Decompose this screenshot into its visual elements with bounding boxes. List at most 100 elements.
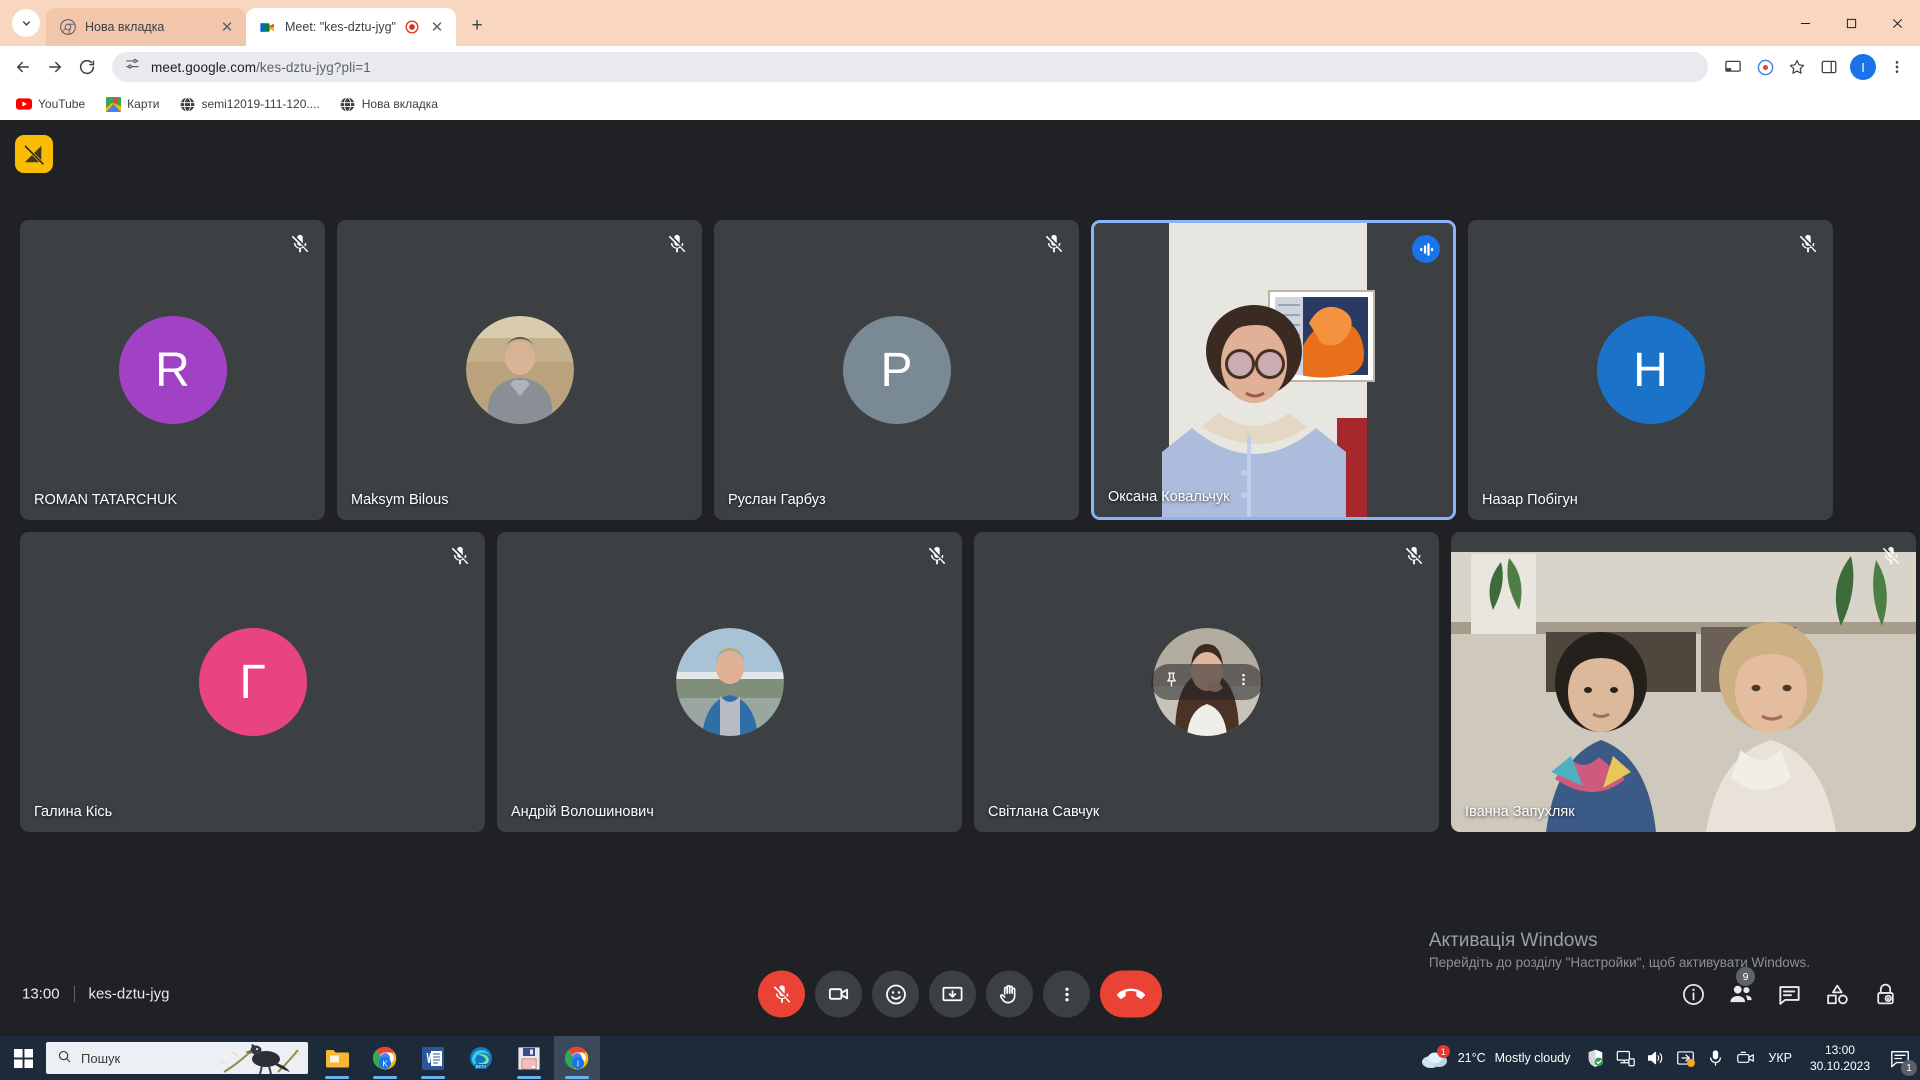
weather-badge: 1	[1436, 1045, 1450, 1058]
participant-tile-svitlana[interactable]: Світлана Савчук	[974, 532, 1439, 832]
divider	[73, 985, 75, 1003]
taskbar-app-file-explorer[interactable]	[314, 1036, 360, 1080]
side-panel-icon[interactable]	[1814, 52, 1844, 82]
microphone-icon[interactable]	[1700, 1036, 1730, 1080]
notification-center-button[interactable]: 1	[1880, 1036, 1920, 1080]
mic-off-icon	[1403, 545, 1425, 567]
reload-arrow-icon[interactable]	[72, 52, 102, 82]
poor-network-icon[interactable]	[15, 135, 53, 173]
more-options-button[interactable]	[1043, 970, 1090, 1018]
address-bar[interactable]: meet.google.com/kes-dztu-jyg?pli=1	[112, 52, 1708, 82]
camera-toggle[interactable]	[815, 970, 862, 1018]
bookmark-youtube[interactable]: YouTube	[8, 92, 93, 116]
participant-tile-ivanna[interactable]: Іванна Запухляк	[1451, 532, 1916, 832]
taskbar-app-word[interactable]	[410, 1036, 456, 1080]
security-shield-icon[interactable]	[1580, 1036, 1610, 1080]
tab-meet[interactable]: Meet: "kes-dztu-jyg" ✕	[246, 8, 456, 46]
participant-tile-oksana[interactable]: Оксана Ковальчук	[1091, 220, 1456, 520]
participant-tile-maksym[interactable]: Maksym Bilous	[337, 220, 702, 520]
svg-text:I: I	[577, 1060, 579, 1069]
bookmark-label: semi12019-111-120....	[201, 97, 320, 111]
maximize-button[interactable]	[1828, 0, 1874, 46]
participants-button[interactable]: 9	[1728, 967, 1755, 1007]
leave-call-button[interactable]	[1100, 970, 1162, 1018]
tab-title: Нова вкладка	[85, 20, 165, 34]
taskbar-search-box[interactable]: Пошук	[46, 1042, 308, 1074]
search-placeholder: Пошук	[81, 1050, 121, 1066]
new-tab-button[interactable]: +	[462, 11, 492, 41]
mic-off-icon	[1797, 233, 1819, 255]
bookmark-label: Карти	[127, 97, 160, 111]
chrome-menu-icon[interactable]	[1882, 52, 1912, 82]
host-controls-button[interactable]	[1872, 981, 1898, 1007]
screenshot-badge	[1686, 1059, 1695, 1067]
profile-avatar[interactable]: I	[1850, 54, 1876, 80]
participant-name: Назар Побігун	[1482, 492, 1578, 508]
raise-hand-button[interactable]	[986, 970, 1033, 1018]
mic-off-icon	[449, 545, 471, 567]
site-settings-icon[interactable]	[124, 56, 141, 78]
window-controls	[1782, 0, 1920, 46]
tab-nova-vkladka[interactable]: Нова вкладка ✕	[46, 8, 246, 46]
back-arrow-icon[interactable]	[8, 52, 38, 82]
screenshot-icon[interactable]	[1670, 1036, 1700, 1080]
activities-button[interactable]	[1824, 981, 1850, 1007]
close-window-button[interactable]	[1874, 0, 1920, 46]
meeting-code[interactable]: kes-dztu-jyg	[89, 986, 170, 1003]
meeting-details-button[interactable]	[1680, 981, 1706, 1007]
camera-icon[interactable]	[1730, 1036, 1760, 1080]
bookmark-nova-vkladka[interactable]: Нова вкладка	[332, 92, 446, 116]
minimize-button[interactable]	[1782, 0, 1828, 46]
system-tray: 1 21°C Mostly cloudy УКР 13:00 30.10.202…	[1411, 1036, 1920, 1080]
windows-taskbar: Пошук K BETA I 1 21°C Mostly cloudy УКР …	[0, 1036, 1920, 1080]
taskbar-clock[interactable]: 13:00 30.10.2023	[1800, 1042, 1880, 1074]
avatar	[465, 316, 574, 424]
mic-off-icon	[1880, 545, 1902, 567]
browser-toolbar: meet.google.com/kes-dztu-jyg?pli=1 I	[0, 46, 1920, 88]
participant-tile-ruslan[interactable]: P Руслан Гарбуз	[714, 220, 1079, 520]
close-icon[interactable]: ✕	[428, 18, 446, 36]
participant-tile-halyna[interactable]: Г Галина Кісь	[20, 532, 485, 832]
search-icon	[57, 1049, 72, 1067]
tab-strip: Нова вкладка ✕ Meet: "kes-dztu-jyg" ✕ +	[0, 0, 1920, 46]
present-button[interactable]	[929, 970, 976, 1018]
microphone-toggle[interactable]	[758, 970, 805, 1018]
network-icon[interactable]	[1610, 1036, 1640, 1080]
taskbar-app-chrome-k[interactable]: K	[362, 1036, 408, 1080]
chat-button[interactable]	[1776, 981, 1802, 1007]
participant-tile-andrii[interactable]: Андрій Волошинович	[497, 532, 962, 832]
speaking-indicator-icon	[1412, 235, 1440, 263]
more-vert-icon[interactable]	[1236, 672, 1251, 692]
forward-arrow-icon[interactable]	[40, 52, 70, 82]
tab-search-button[interactable]	[12, 9, 40, 37]
watermark-title: Активація Windows	[1428, 930, 1598, 951]
google-lens-icon[interactable]	[1750, 52, 1780, 82]
taskbar-app-buttons: K BETA I	[314, 1036, 600, 1080]
meeting-time: 13:00	[22, 985, 60, 1003]
taskbar-app-save[interactable]	[506, 1036, 552, 1080]
clock-date: 30.10.2023	[1809, 1059, 1870, 1073]
avatar: R	[118, 316, 227, 424]
participant-tile-roman[interactable]: R ROMAN TATARCHUK	[20, 220, 325, 520]
globe-icon	[340, 96, 356, 112]
bookmark-semi12019[interactable]: semi12019-111-120....	[171, 92, 327, 116]
video-stream	[1451, 532, 1916, 832]
volume-icon[interactable]	[1640, 1036, 1670, 1080]
reactions-button[interactable]	[872, 970, 919, 1018]
bookmark-karty[interactable]: Карти	[97, 92, 167, 116]
participant-name: Іванна Запухляк	[1465, 804, 1575, 820]
taskbar-app-chrome-i[interactable]: I	[554, 1036, 600, 1080]
participant-name: Maksym Bilous	[351, 492, 449, 508]
taskbar-app-edge-beta[interactable]: BETA	[458, 1036, 504, 1080]
windows-logo-icon[interactable]	[0, 1036, 46, 1080]
pin-icon[interactable]	[1163, 671, 1180, 693]
maps-icon	[105, 96, 121, 112]
participant-grid: R ROMAN TATARCHUK Maksym Bilous P Руслан…	[0, 220, 1920, 844]
bookmark-star-icon[interactable]	[1782, 52, 1812, 82]
weather-widget[interactable]: 1 21°C Mostly cloudy	[1411, 1045, 1581, 1069]
language-indicator[interactable]: УКР	[1760, 1036, 1800, 1080]
cloud-icon: 1	[1421, 1045, 1450, 1069]
participant-tile-nazar[interactable]: Н Назар Побігун	[1468, 220, 1833, 520]
close-icon[interactable]: ✕	[218, 18, 236, 36]
cast-icon[interactable]	[1718, 52, 1748, 82]
